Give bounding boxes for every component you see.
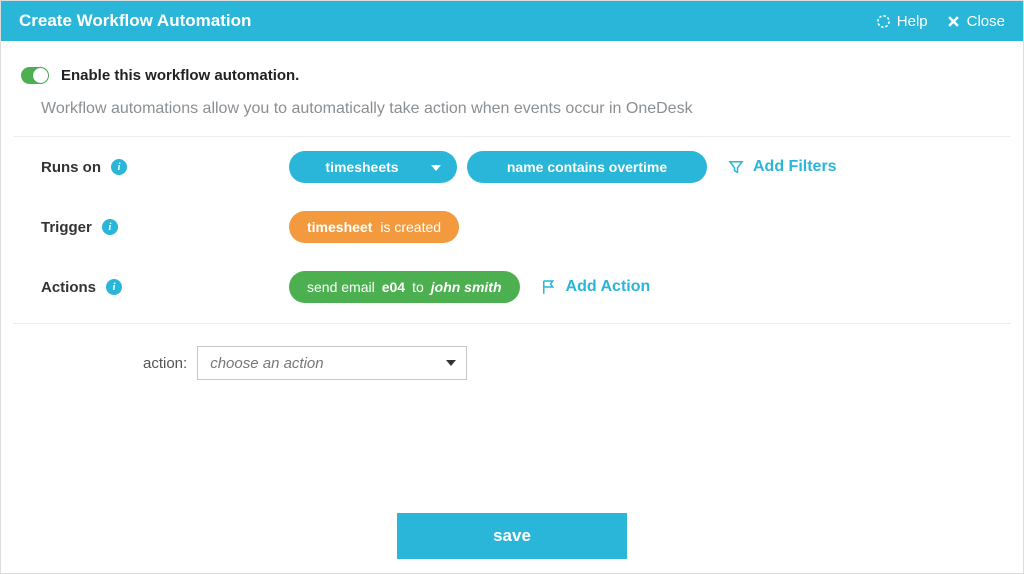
flag-icon	[540, 278, 558, 296]
workflow-automation-modal: Create Workflow Automation Help Close En…	[0, 0, 1024, 574]
enable-row: Enable this workflow automation.	[13, 67, 1011, 84]
runs-on-type-select[interactable]: timesheets	[289, 151, 457, 183]
trigger-subject: timesheet	[307, 219, 372, 235]
help-label: Help	[897, 13, 928, 30]
runs-on-filter-pill[interactable]: name contains overtime	[467, 151, 707, 183]
add-action-button[interactable]: Add Action	[540, 278, 651, 296]
close-button[interactable]: Close	[946, 13, 1005, 30]
action-code: e04	[382, 279, 405, 295]
action-chooser-row: action: choose an action	[13, 324, 1011, 380]
action-to: to	[412, 279, 424, 295]
trigger-label: Trigger	[41, 219, 92, 236]
chevron-down-icon	[446, 360, 456, 366]
runs-on-row: Runs on i timesheets name contains overt…	[13, 137, 1011, 197]
help-button[interactable]: Help	[876, 13, 928, 30]
trigger-verb: is created	[380, 219, 441, 235]
action-select[interactable]: choose an action	[197, 346, 467, 380]
add-filters-button[interactable]: Add Filters	[727, 158, 837, 176]
add-filters-label: Add Filters	[753, 158, 837, 176]
help-icon	[876, 14, 891, 29]
trigger-label-col: Trigger i	[41, 219, 289, 236]
modal-body: Enable this workflow automation. Workflo…	[1, 41, 1023, 573]
filter-icon	[727, 158, 745, 176]
runs-on-filter-value: name contains overtime	[507, 159, 667, 175]
add-action-label: Add Action	[566, 278, 651, 296]
description-text: Workflow automations allow you to automa…	[13, 84, 1011, 136]
action-pill[interactable]: send email e04 to john smith	[289, 271, 520, 303]
enable-label: Enable this workflow automation.	[61, 67, 299, 84]
action-chooser-label: action:	[143, 355, 187, 372]
runs-on-label: Runs on	[41, 159, 101, 176]
runs-on-type-value: timesheets	[325, 159, 398, 175]
runs-on-label-col: Runs on i	[41, 159, 289, 176]
info-icon[interactable]: i	[106, 279, 122, 295]
info-icon[interactable]: i	[102, 219, 118, 235]
action-select-placeholder: choose an action	[210, 355, 323, 372]
trigger-pill[interactable]: timesheet is created	[289, 211, 459, 243]
actions-label-col: Actions i	[41, 279, 289, 296]
action-target: john smith	[431, 279, 502, 295]
action-prefix: send email	[307, 279, 375, 295]
enable-toggle[interactable]	[21, 67, 49, 84]
modal-title: Create Workflow Automation	[19, 11, 251, 31]
trigger-row: Trigger i timesheet is created	[13, 197, 1011, 257]
info-icon[interactable]: i	[111, 159, 127, 175]
actions-row: Actions i send email e04 to john smith A…	[13, 257, 1011, 317]
close-icon	[946, 14, 961, 29]
save-button[interactable]: save	[397, 513, 627, 559]
close-label: Close	[967, 13, 1005, 30]
modal-titlebar: Create Workflow Automation Help Close	[1, 1, 1023, 41]
actions-label: Actions	[41, 279, 96, 296]
